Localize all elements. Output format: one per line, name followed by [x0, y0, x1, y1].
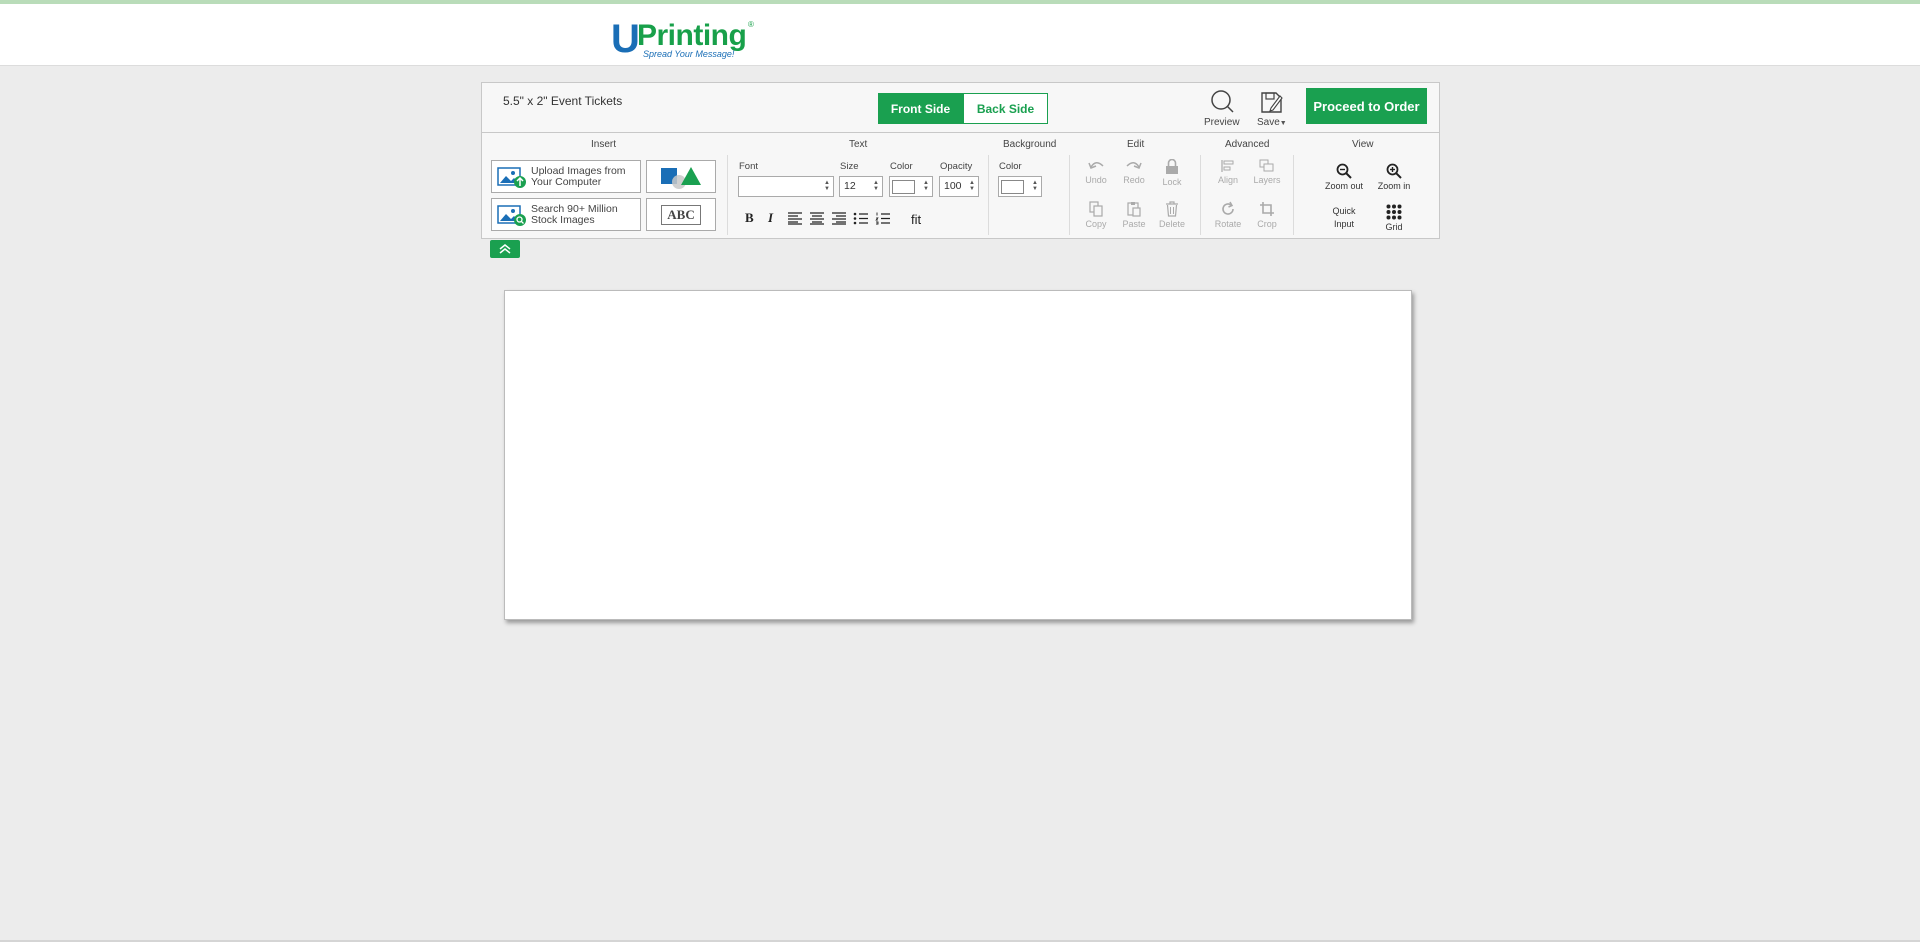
- layers-button[interactable]: Layers: [1250, 159, 1284, 185]
- lock-icon: [1166, 159, 1178, 174]
- insert-shapes-button[interactable]: [646, 160, 716, 193]
- zoom-in-button[interactable]: Zoom in: [1372, 163, 1416, 191]
- save-label: Save▼: [1257, 117, 1287, 128]
- preview-label: Preview: [1204, 117, 1240, 128]
- chevron-double-up-icon: [499, 244, 511, 254]
- shapes-icon: [661, 166, 701, 189]
- upload-images-button[interactable]: Upload Images from Your Computer: [491, 160, 641, 193]
- design-canvas[interactable]: [504, 290, 1412, 620]
- text-box-icon: ABC: [661, 204, 701, 225]
- spinner-arrows-icon: ▲ ▼: [969, 180, 975, 192]
- rotate-button[interactable]: Rotate: [1211, 201, 1245, 229]
- divider: [1293, 155, 1294, 235]
- divider: [1069, 155, 1070, 235]
- divider: [727, 155, 728, 235]
- edit-section-label: Edit: [1127, 139, 1145, 150]
- tab-back-side[interactable]: Back Side: [963, 93, 1048, 124]
- align-objects-icon: [1221, 160, 1234, 172]
- collapse-toolbar-button[interactable]: [490, 240, 520, 258]
- text-color-label: Color: [890, 161, 913, 172]
- zoom-out-icon: [1336, 163, 1352, 179]
- logo-registered-mark: ®: [748, 20, 754, 29]
- advanced-section-label: Advanced: [1225, 139, 1270, 150]
- insert-section-label: Insert: [591, 139, 617, 150]
- logo-name: Printing: [637, 19, 747, 52]
- paste-icon: [1127, 202, 1141, 217]
- numbered-list-icon[interactable]: [875, 212, 891, 225]
- copy-icon: [1089, 201, 1103, 217]
- undo-button[interactable]: Undo: [1079, 159, 1113, 185]
- delete-button[interactable]: Delete: [1155, 201, 1189, 229]
- redo-icon: [1126, 162, 1142, 169]
- preview-button[interactable]: Preview: [1204, 89, 1240, 128]
- insert-text-button[interactable]: ABC: [646, 198, 716, 231]
- product-title: 5.5" x 2" Event Tickets: [503, 94, 623, 108]
- search-stock-images-button[interactable]: Search 90+ Million Stock Images: [491, 198, 641, 231]
- proceed-to-order-button[interactable]: Proceed to Order: [1306, 88, 1427, 124]
- save-icon: [1261, 92, 1283, 113]
- crop-button[interactable]: Crop: [1250, 201, 1284, 229]
- spinner-arrows-icon: ▲ ▼: [873, 180, 879, 192]
- spinner-arrows-icon: ▲ ▼: [1032, 180, 1038, 192]
- divider: [1200, 155, 1201, 235]
- logo-tagline: Spread Your Message!: [643, 49, 735, 59]
- text-color-picker[interactable]: ▲ ▼: [889, 176, 933, 197]
- side-tabs: Front Side Back Side: [878, 93, 1048, 124]
- paste-button[interactable]: Paste: [1117, 201, 1151, 229]
- spinner-arrows-icon: ▲ ▼: [923, 180, 929, 192]
- bullet-list-icon[interactable]: [853, 212, 869, 225]
- logo-letter: U: [611, 17, 640, 61]
- image-upload-icon: [497, 166, 526, 188]
- size-select[interactable]: 12 ▲ ▼: [839, 176, 883, 197]
- zoom-in-icon: [1386, 163, 1402, 179]
- stock-image-search-icon: [497, 204, 526, 226]
- font-select[interactable]: ▲ ▼: [738, 176, 834, 197]
- opacity-select[interactable]: 100 ▲ ▼: [939, 176, 979, 197]
- align-left-icon[interactable]: [787, 212, 803, 225]
- zoom-out-button[interactable]: Zoom out: [1322, 163, 1366, 191]
- design-toolbar: 5.5" x 2" Event Tickets Front Side Back …: [481, 82, 1440, 239]
- color-swatch: [892, 180, 915, 194]
- quick-input-button[interactable]: Quick Input: [1324, 205, 1364, 231]
- background-color-label: Color: [999, 161, 1022, 172]
- color-swatch: [1001, 180, 1024, 194]
- background-color-picker[interactable]: ▲ ▼: [998, 176, 1042, 197]
- layers-icon: [1259, 159, 1274, 172]
- chevron-down-icon: ▼: [1279, 120, 1287, 127]
- upload-images-label: Upload Images from Your Computer: [531, 164, 626, 188]
- lock-button[interactable]: Lock: [1155, 159, 1189, 187]
- magnifier-icon: [1211, 90, 1234, 113]
- trash-icon: [1166, 201, 1178, 217]
- font-label: Font: [739, 161, 759, 172]
- undo-icon: [1088, 162, 1104, 169]
- divider: [988, 155, 989, 235]
- save-button[interactable]: Save▼: [1257, 89, 1287, 128]
- background-section-label: Background: [1003, 139, 1057, 150]
- grid-icon: [1386, 204, 1402, 220]
- spinner-arrows-icon: ▲ ▼: [824, 180, 830, 192]
- fit-text-button[interactable]: fit: [911, 212, 921, 227]
- crop-icon: [1260, 202, 1274, 216]
- size-label: Size: [840, 161, 859, 172]
- search-stock-images-label: Search 90+ Million Stock Images: [531, 202, 618, 226]
- rotate-icon: [1222, 201, 1234, 215]
- view-section-label: View: [1352, 139, 1374, 150]
- toolbar-top-row: 5.5" x 2" Event Tickets Front Side Back …: [482, 83, 1439, 133]
- italic-button[interactable]: I: [768, 210, 773, 226]
- align-center-icon[interactable]: [809, 212, 825, 225]
- opacity-label: Opacity: [940, 161, 973, 172]
- align-right-icon[interactable]: [831, 212, 847, 225]
- copy-button[interactable]: Copy: [1079, 201, 1113, 229]
- redo-button[interactable]: Redo: [1117, 159, 1151, 185]
- uprinting-logo[interactable]: U Printing ® Spread Your Message!: [611, 18, 771, 62]
- bold-button[interactable]: B: [745, 210, 754, 226]
- align-button[interactable]: Align: [1211, 159, 1245, 185]
- tab-front-side[interactable]: Front Side: [878, 93, 963, 124]
- text-section-label: Text: [849, 139, 868, 150]
- site-header: U Printing ® Spread Your Message!: [0, 4, 1920, 66]
- grid-button[interactable]: Grid: [1375, 204, 1413, 232]
